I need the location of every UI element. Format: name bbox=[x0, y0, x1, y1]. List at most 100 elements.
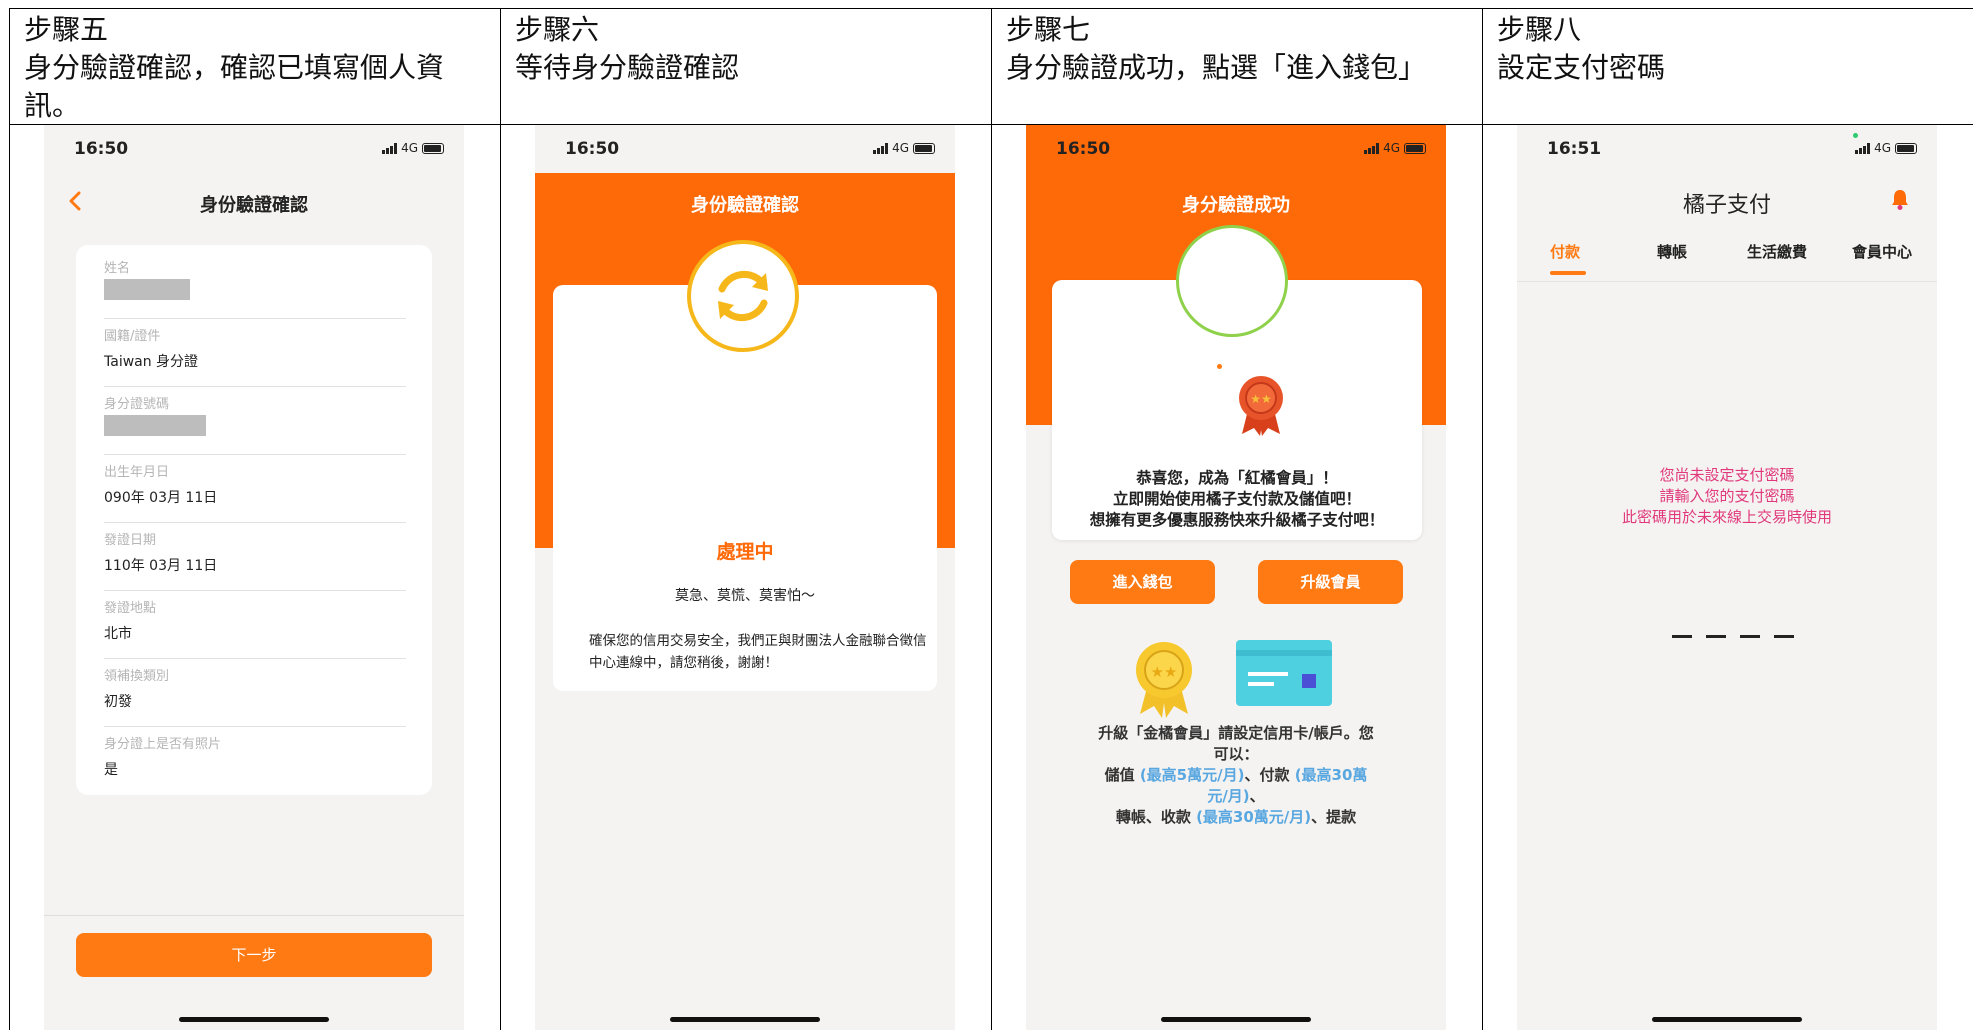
avatar bbox=[1176, 225, 1288, 337]
step-8-desc: 設定支付密碼 bbox=[1497, 51, 1666, 84]
home-indicator bbox=[179, 1017, 329, 1022]
upgrade-text-segment: 、 bbox=[1249, 787, 1265, 805]
password-digit-slot bbox=[1706, 635, 1726, 638]
page-title: 身分驗證成功 bbox=[1182, 195, 1290, 216]
step-5-label: 步驟五 bbox=[24, 13, 109, 46]
status-time: 16:50 bbox=[565, 139, 620, 159]
upgrade-member-button[interactable]: 升級會員 bbox=[1258, 560, 1403, 604]
network-type: 4G bbox=[1383, 141, 1400, 155]
step-5-desc-line1: 身分驗證確認，確認已填寫個人資 bbox=[24, 51, 445, 84]
tab-transfer[interactable]: 轉帳 bbox=[1657, 241, 1687, 262]
processing-subtitle: 莫急、莫慌、莫害怕～ bbox=[675, 588, 815, 604]
status-time: 16:51 bbox=[1547, 139, 1602, 159]
field-label: 身分證號碼 bbox=[104, 397, 170, 412]
enter-wallet-button[interactable]: 進入錢包 bbox=[1070, 560, 1215, 604]
step-7-label: 步驟七 bbox=[1006, 13, 1091, 46]
network-indicator: 4G bbox=[873, 141, 935, 155]
prompt-line: 此密碼用於未來線上交易時使用 bbox=[1621, 508, 1832, 526]
field-has-photo: 身分證上是否有照片 是 bbox=[104, 733, 406, 795]
congrats-message: 恭喜您，成為「紅橘會員」！ 立即開始使用橘子支付款及儲值吧！ 想擁有更多優惠服務… bbox=[1052, 468, 1422, 531]
page-title: 身份驗證確認 bbox=[200, 195, 308, 216]
password-digit-slot bbox=[1774, 635, 1794, 638]
signal-icon bbox=[382, 142, 398, 154]
tab-member-center[interactable]: 會員中心 bbox=[1852, 241, 1912, 262]
field-label: 身分證上是否有照片 bbox=[104, 737, 222, 752]
tab-divider bbox=[1517, 281, 1937, 282]
signal-icon bbox=[1855, 142, 1871, 154]
upgrade-line: 儲值 (最高5萬元/月)、付款 (最高30萬 bbox=[1066, 765, 1406, 786]
network-type: 4G bbox=[401, 141, 418, 155]
home-indicator bbox=[1161, 1017, 1311, 1022]
limit-highlight: 元/月) bbox=[1207, 787, 1250, 805]
password-digit-slot bbox=[1740, 635, 1760, 638]
password-input[interactable] bbox=[1672, 635, 1794, 638]
page-title: 身份驗證確認 bbox=[691, 195, 799, 216]
red-member-medal-icon: ★★ bbox=[1239, 376, 1283, 436]
battery-icon bbox=[1895, 142, 1917, 154]
signal-icon bbox=[1364, 142, 1380, 154]
field-value: Taiwan 身分證 bbox=[104, 354, 199, 370]
step-7-desc: 身分驗證成功，點選「進入錢包」 bbox=[1006, 51, 1427, 84]
field-label: 國籍/證件 bbox=[104, 329, 161, 344]
congrats-line: 立即開始使用橘子支付款及儲值吧！ bbox=[1112, 490, 1361, 508]
svg-text:★★: ★★ bbox=[1151, 663, 1178, 681]
upgrade-text-segment: 儲值 bbox=[1104, 766, 1140, 784]
processing-title: 處理中 bbox=[716, 541, 774, 563]
step-5-desc-line2: 訊。 bbox=[24, 89, 81, 122]
tab-bar: 付款 轉帳 生活繳費 會員中心 bbox=[1517, 241, 1937, 277]
network-type: 4G bbox=[892, 141, 909, 155]
field-issue-place: 發證地點 北市 bbox=[104, 597, 406, 659]
upgrade-line: 元/月)、 bbox=[1066, 786, 1406, 807]
limit-highlight: (最高30萬元/月) bbox=[1196, 808, 1312, 826]
notification-bell-icon[interactable] bbox=[1889, 187, 1911, 211]
redacted-value bbox=[104, 279, 190, 300]
sync-icon bbox=[687, 240, 799, 352]
upgrade-line: 升級「金橘會員」請設定信用卡/帳戶。您 bbox=[1098, 724, 1374, 742]
tab-payment[interactable]: 付款 bbox=[1550, 241, 1580, 262]
network-indicator: 4G bbox=[382, 141, 444, 155]
field-label: 領補換類別 bbox=[104, 669, 170, 684]
step-6-header: 步驟六 等待身分驗證確認 bbox=[515, 11, 739, 87]
step-5-header: 步驟五 身分驗證確認，確認已填寫個人資 訊。 bbox=[24, 11, 444, 125]
phone-set-payment-password: 16:51 4G 橘子支付 付款 轉帳 生活繳費 會員中心 您尚未設定支付密碼 … bbox=[1517, 125, 1937, 1030]
limit-highlight: (最高30萬 bbox=[1294, 766, 1368, 784]
phone-processing: 16:50 4G 16:50 4G 身份驗證確認 處理中 莫急、莫慌、莫害怕～ … bbox=[535, 125, 955, 1030]
step-7-header: 步驟七 身分驗證成功，點選「進入錢包」 bbox=[1006, 11, 1426, 87]
upgrade-text-segment: 、提款 bbox=[1311, 808, 1357, 826]
step-8-header: 步驟八 設定支付密碼 bbox=[1497, 11, 1665, 87]
next-step-button[interactable]: 下一步 bbox=[76, 933, 432, 977]
redacted-value bbox=[104, 415, 206, 436]
signal-icon bbox=[873, 142, 889, 154]
upgrade-line: 轉帳、收款 (最高30萬元/月)、提款 bbox=[1066, 807, 1406, 828]
password-digit-slot bbox=[1672, 635, 1692, 638]
tab-bill-payment[interactable]: 生活繳費 bbox=[1747, 241, 1807, 262]
upgrade-text-segment: 、付款 bbox=[1244, 766, 1295, 784]
active-tab-indicator bbox=[1550, 271, 1586, 275]
field-value: 北市 bbox=[104, 626, 132, 642]
step-6-desc: 等待身分驗證確認 bbox=[515, 51, 740, 84]
network-type: 4G bbox=[1874, 141, 1891, 155]
field-nationality: 國籍/證件 Taiwan 身分證 bbox=[104, 325, 406, 387]
phone-verification-success: 16:50 4G 身分驗證成功 ★★ 恭喜您，成為「紅橘會員」！ 立即開始使用橘… bbox=[1026, 125, 1446, 1030]
field-label: 發證日期 bbox=[104, 533, 157, 548]
credit-card-icon bbox=[1236, 640, 1332, 706]
gold-member-medal-icon: ★★ bbox=[1136, 642, 1192, 718]
field-label: 出生年月日 bbox=[104, 465, 170, 480]
field-id-number: 身分證號碼 bbox=[104, 393, 406, 455]
status-bar: 16:50 4G bbox=[1026, 125, 1446, 173]
status-time: 16:50 bbox=[74, 139, 129, 159]
field-label: 發證地點 bbox=[104, 601, 157, 616]
battery-icon bbox=[913, 142, 935, 154]
congrats-line: 恭喜您，成為「紅橘會員」！ bbox=[1136, 469, 1338, 487]
field-value: 110年 03月 11日 bbox=[104, 558, 218, 574]
upgrade-line: 可以： bbox=[1213, 745, 1259, 763]
battery-icon bbox=[1404, 142, 1426, 154]
upgrade-description: 升級「金橘會員」請設定信用卡/帳戶。您 可以： 儲值 (最高5萬元/月)、付款 … bbox=[1066, 723, 1406, 828]
status-bar: 16:51 4G bbox=[1517, 125, 1937, 173]
status-time: 16:50 bbox=[1056, 139, 1111, 159]
status-bar: 16:50 4G bbox=[44, 125, 464, 173]
field-value: 090年 03月 11日 bbox=[104, 490, 218, 506]
network-indicator: 4G bbox=[1855, 141, 1917, 155]
field-birthdate: 出生年月日 090年 03月 11日 bbox=[104, 461, 406, 523]
home-indicator bbox=[670, 1017, 820, 1022]
